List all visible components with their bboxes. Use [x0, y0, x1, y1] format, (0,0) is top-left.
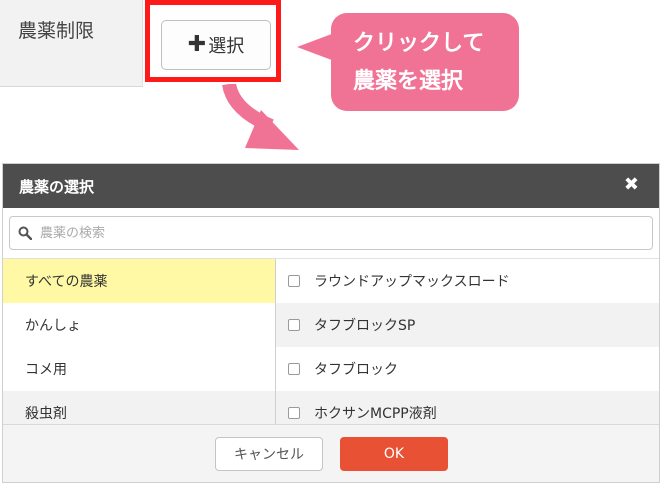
pesticide-label: タフブロック: [314, 362, 398, 378]
cancel-button[interactable]: キャンセル: [215, 437, 323, 471]
select-pesticide-button[interactable]: ✚ 選択: [161, 20, 271, 70]
pesticide-list: ラウンドアップマックスロード タフブロックSP タフブロック ホクサンMCPP液…: [276, 259, 659, 425]
category-item-all[interactable]: すべての農薬: [3, 259, 275, 303]
category-label: かんしょ: [25, 318, 81, 334]
pesticide-item: ホクサンMCPP液剤: [276, 391, 659, 425]
category-label: 殺虫剤: [25, 406, 67, 422]
instruction-callout: クリックして 農薬を選択: [331, 13, 519, 111]
pesticide-item: タフブロック: [276, 347, 659, 391]
pesticide-restriction-label: 農薬制限: [18, 20, 95, 42]
pesticide-checkbox[interactable]: [288, 407, 300, 419]
category-item-insecticide[interactable]: 殺虫剤: [3, 391, 275, 425]
select-button-label: 選択: [208, 36, 245, 57]
close-icon[interactable]: ✖: [624, 174, 639, 195]
pesticide-item: タフブロックSP: [276, 303, 659, 347]
pesticide-checkbox[interactable]: [288, 363, 300, 375]
plus-icon: ✚: [187, 32, 207, 57]
selection-lists: すべての農薬 かんしょ コメ用 殺虫剤 ラウンドアップマックスロード タフブロッ…: [3, 258, 659, 425]
curved-arrow-icon: [222, 84, 299, 150]
category-item-sweet-potato[interactable]: かんしょ: [3, 303, 275, 347]
ok-button[interactable]: OK: [340, 437, 448, 471]
pesticide-checkbox[interactable]: [288, 319, 300, 331]
callout-line-1: クリックして: [353, 31, 485, 56]
pesticide-label: タフブロックSP: [314, 318, 416, 334]
category-list: すべての農薬 かんしょ コメ用 殺虫剤: [3, 259, 276, 425]
pesticide-label: ラウンドアップマックスロード: [314, 274, 510, 290]
modal-footer: キャンセル OK: [3, 424, 659, 482]
callout-line-2: 農薬を選択: [353, 69, 464, 94]
pesticide-item: ラウンドアップマックスロード: [276, 259, 659, 303]
category-label: すべての農薬: [25, 274, 108, 290]
pesticide-restriction-cell: 農薬制限: [0, 0, 143, 87]
category-item-rice[interactable]: コメ用: [3, 347, 275, 391]
modal-header: 農薬の選択 ✖: [3, 164, 659, 208]
search-input[interactable]: [38, 224, 602, 242]
search-wrap: [3, 208, 659, 252]
search-icon: [18, 226, 32, 240]
pesticide-select-modal: 農薬の選択 ✖ すべての農薬 かんしょ コメ用 殺虫剤: [2, 163, 660, 483]
search-box[interactable]: [9, 216, 653, 250]
pesticide-checkbox[interactable]: [288, 275, 300, 287]
modal-title: 農薬の選択: [19, 178, 95, 196]
category-label: コメ用: [25, 362, 67, 378]
pesticide-label: ホクサンMCPP液剤: [314, 406, 437, 422]
